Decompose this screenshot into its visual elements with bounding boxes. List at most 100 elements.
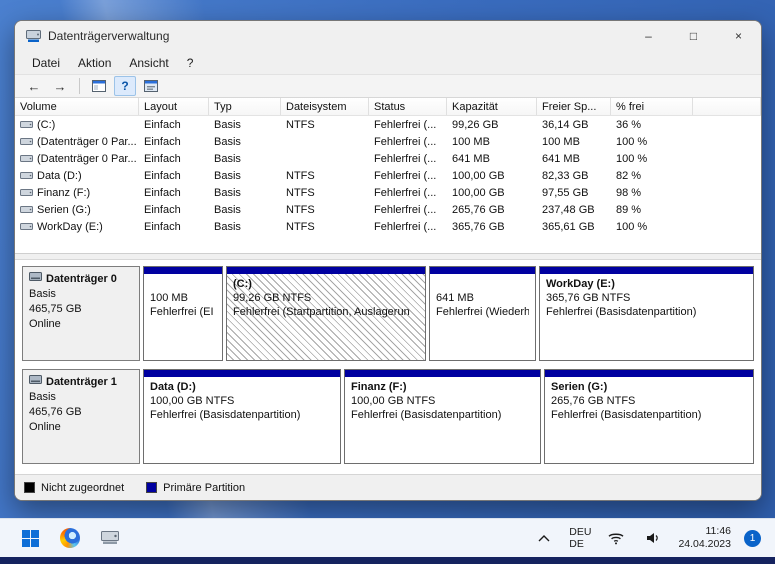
cell-typ: Basis	[214, 135, 241, 148]
cell-prozent-frei: 98 %	[616, 186, 642, 199]
cell-prozent-frei: 82 %	[616, 169, 642, 182]
partition-serien-g[interactable]: Serien (G:) 265,76 GB NTFS Fehlerfrei (B…	[544, 369, 754, 464]
volume-icon	[20, 187, 33, 198]
column-header-status[interactable]: Status	[369, 98, 447, 115]
partition-size: 100,00 GB NTFS	[351, 395, 436, 407]
partition-efi[interactable]: 100 MB Fehlerfrei (EI	[143, 266, 223, 361]
volume-list-pane: Volume Layout Typ Dateisystem Status Kap…	[15, 98, 761, 254]
partition-body: Data (D:) 100,00 GB NTFS Fehlerfrei (Bas…	[144, 377, 340, 463]
partition-status: Fehlerfrei (Basisdatenpartition)	[551, 409, 702, 421]
cell-freier-speicher: 100 MB	[542, 135, 580, 148]
menu-aktion[interactable]: Aktion	[69, 54, 120, 72]
partition-c[interactable]: (C:) 99,26 GB NTFS Fehlerfrei (Startpart…	[226, 266, 426, 361]
table-header-row: Volume Layout Typ Dateisystem Status Kap…	[15, 98, 761, 116]
cell-freier-speicher: 36,14 GB	[542, 118, 589, 131]
disk-info-1[interactable]: Datenträger 1 Basis 465,76 GB Online	[22, 369, 140, 464]
column-header-typ[interactable]: Typ	[209, 98, 281, 115]
language-indicator[interactable]: DEU DE	[569, 526, 591, 550]
volume-speaker-icon[interactable]	[641, 526, 665, 550]
menu-datei[interactable]: Datei	[23, 54, 69, 72]
legend-bar: Nicht zugeordnet Primäre Partition	[15, 474, 761, 500]
cell-kapazitaet: 641 MB	[452, 152, 490, 165]
disk-name: Datenträger 1	[29, 374, 133, 390]
column-header-dateisystem[interactable]: Dateisystem	[281, 98, 369, 115]
browser-icon[interactable]	[58, 526, 82, 550]
notification-badge[interactable]: 1	[744, 529, 761, 547]
clock[interactable]: 11:46 24.04.2023	[678, 525, 731, 551]
back-icon[interactable]: ←	[23, 76, 45, 96]
partition-status: Fehlerfrei (Basisdatenpartition)	[351, 409, 502, 421]
partition-size: 99,26 GB NTFS	[233, 292, 312, 304]
close-button[interactable]: ×	[716, 21, 761, 51]
table-row[interactable]: Serien (G:) Einfach Basis NTFS Fehlerfre…	[15, 201, 761, 218]
menu-bar: Datei Aktion Ansicht ?	[15, 51, 761, 74]
disk-type: Basis	[29, 391, 56, 403]
partition-status: Fehlerfrei (Startpartition, Auslagerun	[233, 306, 410, 318]
cell-freier-speicher: 365,61 GB	[542, 220, 595, 233]
cell-status: Fehlerfrei (...	[374, 135, 437, 148]
cell-dateisystem: NTFS	[286, 220, 315, 233]
legend-swatch-primary	[146, 482, 158, 493]
help-icon[interactable]: ?	[114, 76, 136, 96]
partition-finanz-f[interactable]: Finanz (F:) 100,00 GB NTFS Fehlerfrei (B…	[344, 369, 541, 464]
forward-icon[interactable]: →	[49, 76, 71, 96]
cell-volume: (Datenträger 0 Par...	[15, 136, 139, 148]
maximize-button[interactable]: □	[671, 21, 716, 51]
column-header-volume[interactable]: Volume	[15, 98, 139, 115]
partition-recovery[interactable]: 641 MB Fehlerfrei (Wiederh	[429, 266, 536, 361]
column-header-kapazitaet[interactable]: Kapazität	[447, 98, 537, 115]
disk-management-window: Datenträgerverwaltung – □ × Datei Aktion…	[14, 20, 762, 501]
taskbar-left-icons	[0, 526, 122, 550]
tray-chevron-up-icon[interactable]	[532, 526, 556, 550]
partition-size: 100 MB	[150, 292, 188, 304]
partition-label	[150, 277, 216, 291]
cell-freier-speicher: 97,55 GB	[542, 186, 589, 199]
partition-color-bar	[540, 267, 753, 274]
console-tree-icon[interactable]	[88, 76, 110, 96]
cell-status: Fehlerfrei (...	[374, 118, 437, 131]
column-header-prozent-frei[interactable]: % frei	[611, 98, 693, 115]
partition-status: Fehlerfrei (Basisdatenpartition)	[150, 409, 301, 421]
partition-color-bar	[545, 370, 753, 377]
table-row[interactable]: (C:) Einfach Basis NTFS Fehlerfrei (... …	[15, 116, 761, 133]
legend-label: Primäre Partition	[163, 481, 246, 494]
volume-icon	[20, 136, 33, 147]
partitions-disk-1: Data (D:) 100,00 GB NTFS Fehlerfrei (Bas…	[143, 369, 754, 464]
start-button[interactable]	[18, 526, 42, 550]
volume-icon	[20, 170, 33, 181]
cell-volume: Data (D:)	[15, 170, 139, 182]
table-row[interactable]: (Datenträger 0 Par... Einfach Basis Fehl…	[15, 133, 761, 150]
column-header-layout[interactable]: Layout	[139, 98, 209, 115]
disk-info-0[interactable]: Datenträger 0 Basis 465,75 GB Online	[22, 266, 140, 361]
cell-volume: (Datenträger 0 Par...	[15, 153, 139, 165]
wifi-icon[interactable]	[604, 526, 628, 550]
partition-label	[436, 277, 529, 291]
legend-swatch-unallocated	[24, 482, 35, 493]
cell-status: Fehlerfrei (...	[374, 203, 437, 216]
partition-status: Fehlerfrei (Basisdatenpartition)	[546, 306, 697, 318]
disk-management-taskbar-icon[interactable]	[98, 526, 122, 550]
partition-label: (C:)	[233, 278, 252, 290]
title-bar[interactable]: Datenträgerverwaltung – □ ×	[15, 21, 761, 51]
window-title: Datenträgerverwaltung	[48, 29, 170, 43]
menu-help[interactable]: ?	[178, 54, 203, 72]
toolbar: ← → ?	[15, 74, 761, 98]
partition-body: (C:) 99,26 GB NTFS Fehlerfrei (Startpart…	[227, 274, 425, 360]
volume-icon	[20, 153, 33, 164]
cell-volume: WorkDay (E:)	[15, 221, 139, 233]
time-text: 11:46	[705, 525, 732, 537]
partition-workday-e[interactable]: WorkDay (E:) 365,76 GB NTFS Fehlerfrei (…	[539, 266, 754, 361]
partition-data-d[interactable]: Data (D:) 100,00 GB NTFS Fehlerfrei (Bas…	[143, 369, 341, 464]
table-row[interactable]: Data (D:) Einfach Basis NTFS Fehlerfrei …	[15, 167, 761, 184]
table-row[interactable]: (Datenträger 0 Par... Einfach Basis Fehl…	[15, 150, 761, 167]
cell-layout: Einfach	[144, 203, 181, 216]
table-row[interactable]: WorkDay (E:) Einfach Basis NTFS Fehlerfr…	[15, 218, 761, 235]
properties-icon[interactable]	[140, 76, 162, 96]
table-row[interactable]: Finanz (F:) Einfach Basis NTFS Fehlerfre…	[15, 184, 761, 201]
minimize-button[interactable]: –	[626, 21, 671, 51]
cell-kapazitaet: 100,00 GB	[452, 186, 505, 199]
column-header-freier-speicher[interactable]: Freier Sp...	[537, 98, 611, 115]
cell-dateisystem: NTFS	[286, 118, 315, 131]
menu-ansicht[interactable]: Ansicht	[120, 54, 177, 72]
disk-icon	[29, 374, 42, 390]
